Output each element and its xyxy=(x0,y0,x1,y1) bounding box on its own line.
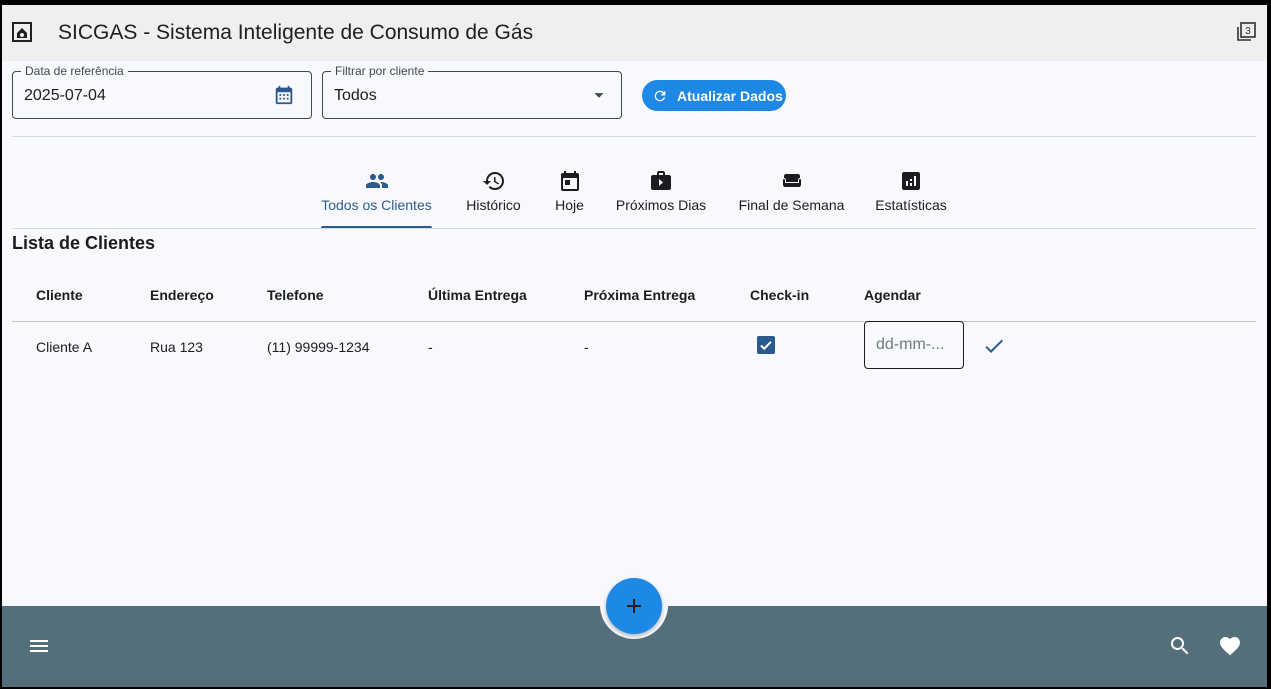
app-window: SICGAS - Sistema Inteligente de Consumo … xyxy=(2,5,1267,687)
cell-endereco: Rua 123 xyxy=(150,339,203,355)
refresh-data-button[interactable]: Atualizar Dados xyxy=(642,80,786,111)
tab-todos-os-clientes[interactable]: Todos os Clientes xyxy=(321,165,432,229)
dropdown-arrow-icon[interactable] xyxy=(588,84,610,106)
column-header-ultima-entrega: Última Entrega xyxy=(428,287,527,303)
calendar-icon[interactable] xyxy=(273,84,295,106)
add-fab-button[interactable] xyxy=(606,578,662,634)
plus-icon xyxy=(627,599,641,613)
tab-final-de-semana[interactable]: Final de Semana xyxy=(738,165,845,229)
column-header-proxima-entrega: Próxima Entrega xyxy=(584,287,696,303)
tab-label: Estatísticas xyxy=(875,197,947,213)
tab-bar: Todos os Clientes Histórico Hoje Próximo… xyxy=(2,165,1267,229)
table-header-divider xyxy=(12,321,1256,322)
tab-proximos-dias[interactable]: Próximos Dias xyxy=(614,165,708,229)
tab-label: Próximos Dias xyxy=(615,197,707,213)
tabs-divider xyxy=(12,228,1256,229)
window-badge: 3 xyxy=(1245,26,1251,37)
cell-cliente: Cliente A xyxy=(36,339,93,355)
tab-label: Histórico xyxy=(466,197,521,213)
refresh-data-label: Atualizar Dados xyxy=(677,87,783,104)
tab-estatisticas[interactable]: Estatísticas xyxy=(875,165,947,229)
client-filter-select[interactable]: Filtrar por cliente Todos xyxy=(322,64,622,119)
client-filter-label: Filtrar por cliente xyxy=(331,64,429,78)
column-header-cliente: Cliente xyxy=(36,287,83,303)
tab-hoje[interactable]: Hoje xyxy=(552,165,587,229)
favorite-icon[interactable] xyxy=(1218,634,1242,658)
checkin-checkbox[interactable] xyxy=(757,336,775,354)
history-icon xyxy=(482,172,504,190)
checkmark-icon xyxy=(760,341,772,351)
app-title: SICGAS - Sistema Inteligente de Consumo … xyxy=(58,21,534,44)
filters-divider xyxy=(12,136,1256,137)
tab-historico[interactable]: Histórico xyxy=(462,165,525,229)
refresh-icon xyxy=(654,90,666,101)
column-header-check-in: Check-in xyxy=(750,287,810,303)
calendar-today-icon xyxy=(560,171,579,191)
cell-ultima-entrega: - xyxy=(428,339,433,355)
reference-date-field[interactable]: Data de referência 2025-07-04 xyxy=(12,64,312,119)
briefcase-next-icon xyxy=(651,171,671,190)
tab-label: Todos os Clientes xyxy=(321,197,432,213)
client-filter-value: Todos xyxy=(334,87,377,104)
menu-icon[interactable] xyxy=(27,634,51,658)
window-switch-icon[interactable]: 3 xyxy=(1235,21,1257,43)
app-logo-icon xyxy=(12,22,32,42)
column-header-telefone: Telefone xyxy=(267,287,324,303)
people-icon xyxy=(365,174,388,188)
column-header-endereco: Endereço xyxy=(150,287,214,303)
cell-proxima-entrega: - xyxy=(584,339,589,355)
reference-date-value: 2025-07-04 xyxy=(24,87,106,104)
tab-label: Hoje xyxy=(555,197,584,213)
search-icon[interactable] xyxy=(1168,634,1192,658)
bar-chart-icon xyxy=(902,172,920,190)
sofa-icon xyxy=(782,174,801,187)
schedule-date-input[interactable]: dd-mm-... xyxy=(864,321,964,369)
section-title: Lista de Clientes xyxy=(12,233,156,253)
reference-date-label: Data de referência xyxy=(21,64,128,78)
tab-label: Final de Semana xyxy=(738,197,845,213)
title-bar: SICGAS - Sistema Inteligente de Consumo … xyxy=(2,5,1267,61)
cell-telefone: (11) 99999-1234 xyxy=(267,339,370,355)
column-header-agendar: Agendar xyxy=(864,287,921,303)
confirm-schedule-icon[interactable] xyxy=(982,334,1006,358)
